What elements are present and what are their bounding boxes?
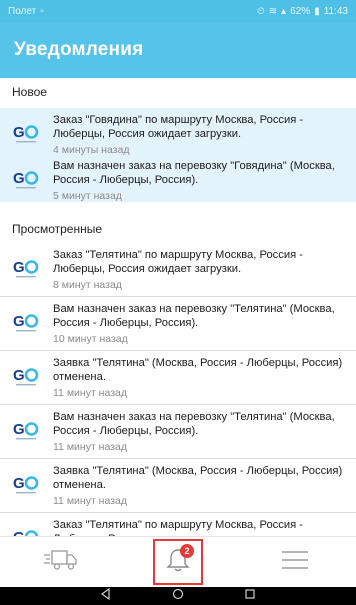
svg-text:G: G <box>13 313 25 330</box>
carrier-label: Полет <box>8 5 37 17</box>
go-logo-icon: G <box>13 309 39 335</box>
notification-time: 8 минут назад <box>53 279 122 291</box>
notification-item[interactable]: G Заказ "Говядина" по маршруту Москва, Р… <box>0 114 356 156</box>
divider <box>0 512 356 513</box>
page-title: Уведомления <box>14 39 144 60</box>
notification-text: Вам назначен заказ на перевозку "Говядин… <box>53 160 335 186</box>
notification-time: 5 минут назад <box>53 190 122 202</box>
go-logo-icon: G <box>13 255 39 281</box>
sim-icon: ▫ <box>40 5 44 17</box>
go-logo-icon: G <box>13 363 39 389</box>
go-logo-icon: G <box>13 120 39 146</box>
notification-badge: 2 <box>180 544 194 558</box>
go-logo-icon: G <box>13 166 39 192</box>
section-title-new-label: Новое <box>12 85 47 99</box>
divider <box>0 404 356 405</box>
notification-time: 4 минуты назад <box>53 144 130 156</box>
alarm-icon: ⏲ <box>256 5 265 17</box>
notification-time: 11 минут назад <box>53 495 127 507</box>
svg-text:G: G <box>13 421 25 438</box>
notification-text: Заказ "Телятина" по маршруту Москва, Рос… <box>53 249 303 275</box>
notification-time: 11 минут назад <box>53 387 127 399</box>
svg-text:G: G <box>13 259 25 276</box>
battery-icon: ▮ <box>314 5 320 17</box>
new-notifications: G Заказ "Говядина" по маршруту Москва, Р… <box>0 108 356 202</box>
status-bar: Полет ▫ ⏲ ≋ ▴ 62% ▮ 11:43 <box>0 0 356 22</box>
notification-text: Заявка "Телятина" (Москва, Россия - Любе… <box>53 465 343 491</box>
notification-item[interactable]: G Вам назначен заказ на перевозку "Телят… <box>0 411 356 453</box>
go-logo-icon: G <box>13 471 39 497</box>
battery-percent: 62% <box>290 5 311 17</box>
section-title-seen-label: Просмотренные <box>12 222 103 236</box>
truck-icon <box>43 547 79 578</box>
wifi-icon: ≋ <box>268 5 278 17</box>
app-header: Уведомления <box>0 22 356 78</box>
notification-text: Заказ "Говядина" по маршруту Москва, Рос… <box>53 114 304 140</box>
notification-item[interactable]: G Заявка "Телятина" (Москва, Россия - Лю… <box>0 357 356 399</box>
notification-item[interactable]: G Вам назначен заказ на перевозку "Говяд… <box>0 160 356 202</box>
signal-icon: ▴ <box>281 5 287 17</box>
divider <box>0 296 356 297</box>
svg-text:G: G <box>13 124 25 141</box>
section-title-seen: Просмотренные <box>0 215 356 243</box>
back-icon[interactable] <box>100 587 112 605</box>
svg-text:G: G <box>13 170 25 187</box>
notification-text: Вам назначен заказ на перевозку "Телятин… <box>53 303 335 329</box>
notification-item[interactable]: G Заказ "Телятина" по маршруту Москва, Р… <box>0 249 356 291</box>
nav-notifications-button[interactable]: 2 <box>153 539 203 585</box>
clock: 11:43 <box>323 5 348 17</box>
home-icon[interactable] <box>172 587 184 605</box>
notification-text: Заявка "Телятина" (Москва, Россия - Любе… <box>53 357 343 383</box>
nav-menu-button[interactable] <box>265 539 325 585</box>
go-logo-icon: G <box>13 417 39 443</box>
svg-text:G: G <box>13 475 25 492</box>
menu-icon <box>281 549 309 576</box>
bottom-nav: 2 <box>0 536 356 587</box>
notification-time: 10 минут назад <box>53 333 128 345</box>
section-title-new: Новое <box>0 78 356 106</box>
system-nav-bar <box>0 587 356 605</box>
notification-item[interactable]: G Заявка "Телятина" (Москва, Россия - Лю… <box>0 465 356 507</box>
notification-item[interactable]: G Вам назначен заказ на перевозку "Телят… <box>0 303 356 345</box>
divider <box>0 350 356 351</box>
divider <box>0 458 356 459</box>
notification-text: Вам назначен заказ на перевозку "Телятин… <box>53 411 335 437</box>
svg-text:G: G <box>13 367 25 384</box>
notification-time: 11 минут назад <box>53 441 127 453</box>
nav-orders-button[interactable] <box>31 539 91 585</box>
recents-icon[interactable] <box>244 587 256 605</box>
